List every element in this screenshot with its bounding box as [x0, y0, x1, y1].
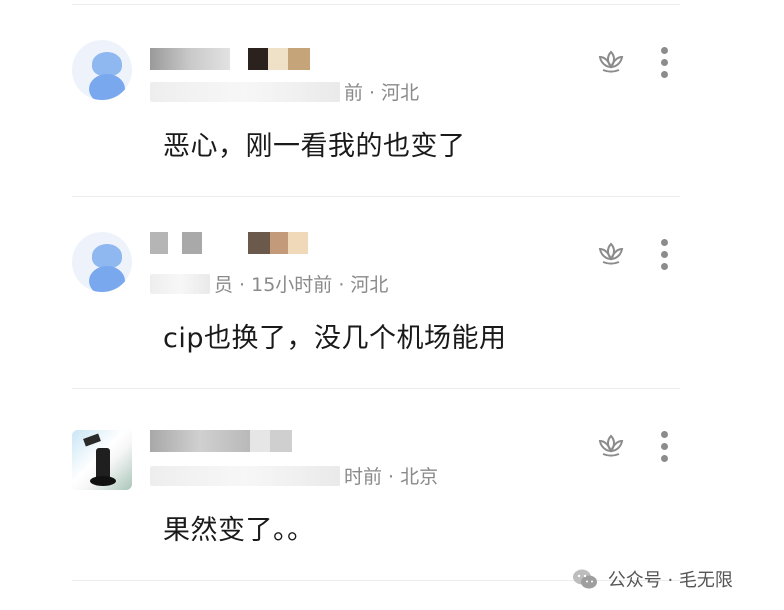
comment-text: 恶心，刚一看我的也变了 [163, 131, 466, 162]
comment-meta: 前 · 河北 [150, 78, 419, 104]
lotus-like-icon[interactable] [596, 430, 626, 460]
comment-item: 前 · 河北 恶心，刚一看我的也变了 [0, 0, 784, 190]
avatar[interactable] [72, 232, 132, 292]
default-avatar-icon [92, 52, 122, 76]
more-vertical-icon[interactable] [656, 239, 672, 271]
watermark: 公众号 · 毛无限 [572, 566, 733, 594]
wechat-icon [573, 569, 597, 589]
avatar[interactable] [72, 40, 132, 100]
comment-item: 员 · 15小时前 · 河北 cip也换了，没几个机场能用 [0, 192, 784, 382]
comment-text: 果然变了。。 [163, 515, 315, 546]
username-blurred[interactable] [150, 232, 308, 254]
avatar[interactable] [72, 430, 132, 490]
comment-meta: 时前 · 北京 [150, 462, 438, 488]
comment-item: 时前 · 北京 果然变了。。 [0, 384, 784, 574]
watermark-text: 公众号 · 毛无限 [607, 570, 733, 591]
default-avatar-icon [92, 244, 122, 268]
comment-text: cip也换了，没几个机场能用 [163, 323, 507, 354]
username-blurred[interactable] [150, 48, 310, 70]
more-vertical-icon[interactable] [656, 431, 672, 463]
username-blurred[interactable] [150, 430, 292, 452]
comment-meta: 员 · 15小时前 · 河北 [150, 270, 388, 296]
lotus-like-icon[interactable] [596, 238, 626, 268]
more-vertical-icon[interactable] [656, 47, 672, 79]
lotus-like-icon[interactable] [596, 46, 626, 76]
